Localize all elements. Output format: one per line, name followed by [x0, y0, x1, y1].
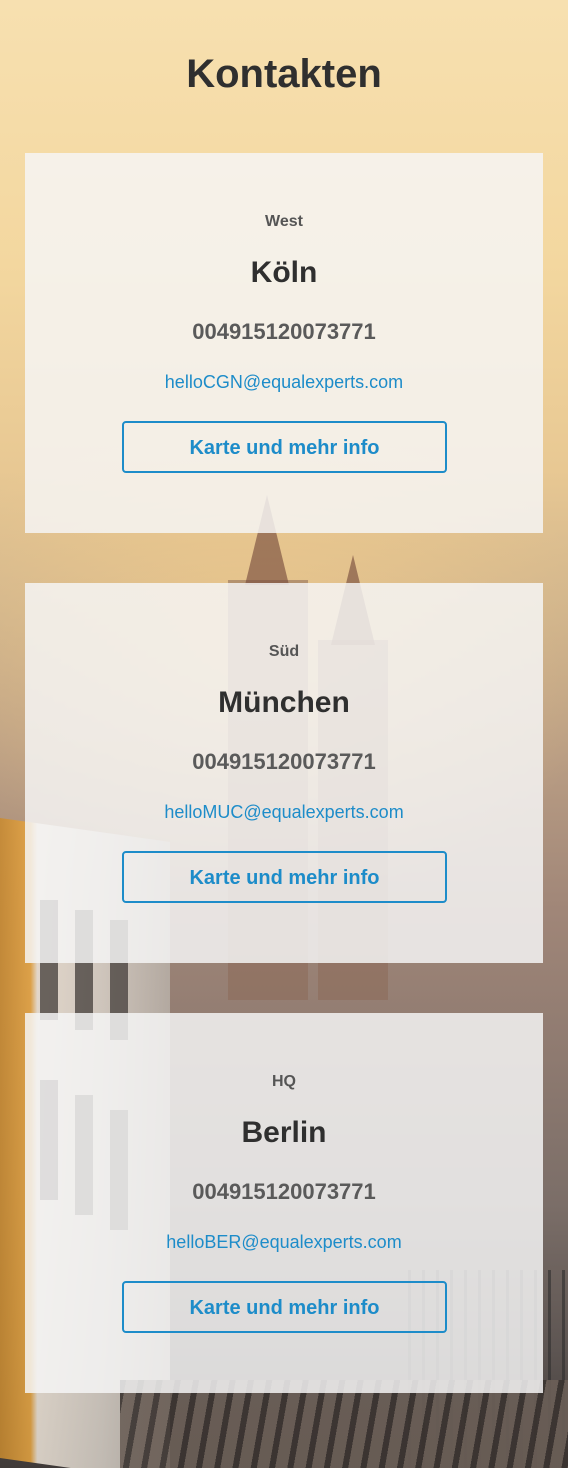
contact-region: HQ — [272, 1073, 296, 1090]
contact-region: Süd — [268, 643, 300, 660]
contact-card-berlin: HQ Berlin 004915120073771 helloBER@equal… — [25, 1013, 543, 1393]
contacts-page: Kontakten West Köln 004915120073771 hell… — [0, 0, 568, 1393]
contact-email-link[interactable]: helloCGN@equalexperts.com — [25, 372, 543, 393]
contact-phone: 004915120073771 — [192, 749, 376, 774]
map-info-button[interactable]: Karte und mehr info — [122, 851, 447, 903]
contact-city: Köln — [250, 256, 318, 289]
contact-card-muenchen: Süd München 004915120073771 helloMUC@equ… — [25, 583, 543, 963]
contact-email-link[interactable]: helloBER@equalexperts.com — [25, 1232, 543, 1253]
map-info-button[interactable]: Karte und mehr info — [122, 421, 447, 473]
contact-card-koeln: West Köln 004915120073771 helloCGN@equal… — [25, 153, 543, 533]
contact-city: Berlin — [241, 1116, 327, 1149]
contact-city: München — [218, 686, 350, 719]
page-title: Kontakten — [186, 52, 382, 96]
contact-phone: 004915120073771 — [192, 1179, 376, 1204]
map-info-button[interactable]: Karte und mehr info — [122, 1281, 447, 1333]
contact-phone: 004915120073771 — [192, 319, 376, 344]
contact-email-link[interactable]: helloMUC@equalexperts.com — [25, 802, 543, 823]
contact-card-list: West Köln 004915120073771 helloCGN@equal… — [25, 153, 543, 1443]
contact-region: West — [265, 213, 303, 230]
